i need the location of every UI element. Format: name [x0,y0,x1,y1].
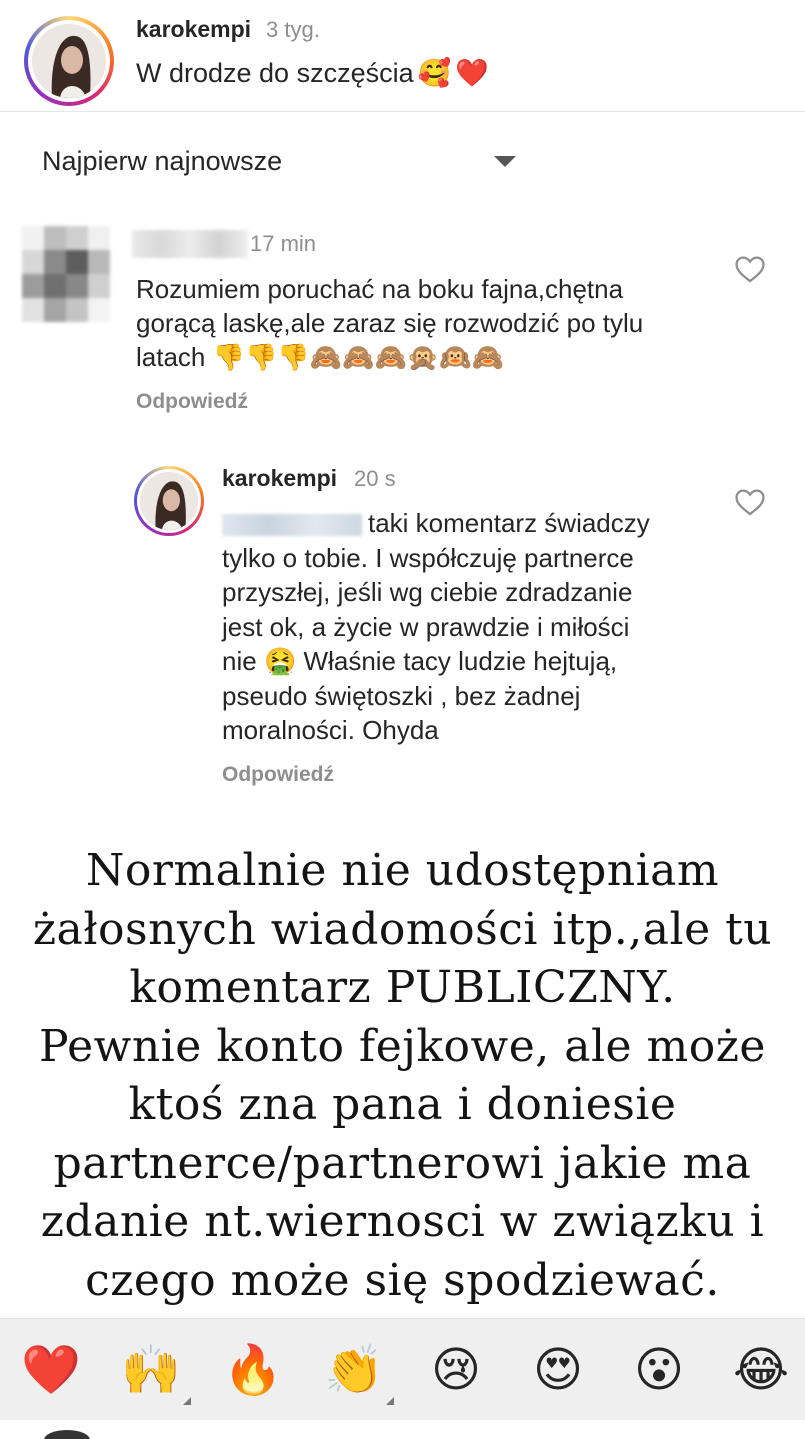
quick-reaction-bar: ❤️ 🙌 🔥 👏 😢 😍 😮 😂 [0,1318,805,1420]
reaction-heart-eyes[interactable]: 😍 [528,1341,588,1401]
red-heart-emoji: ❤️ [455,58,489,88]
sort-label: Najpierw najnowsze [42,146,283,176]
avatar-photo [140,472,198,530]
reply-username[interactable]: karokempi [222,465,337,492]
reply-line: przyszłej, jeśli wg ciebie zdradzanie [222,577,633,607]
overlay-line: Pewnie konto fejkowe, ale może [39,1020,766,1072]
profile-thumbnail[interactable] [44,1430,90,1439]
post-caption: W drodze do szczęścia 🥰 ❤️ [136,58,489,89]
reaction-fire[interactable]: 🔥 [223,1341,283,1401]
reply-author-avatar[interactable] [134,466,204,536]
reply-button[interactable]: Odpowiedź [222,763,334,787]
overlay-line: żałosnych wiadomości itp.,ale tu [32,903,773,955]
post-timestamp: 3 tyg. [266,17,320,42]
comment-sort-selector[interactable]: Najpierw najnowsze [0,130,805,190]
reply-line: jest ok, a życie w prawdzie i miłości [222,611,630,642]
avatar-photo [32,24,106,98]
heart-outline-icon[interactable] [733,485,767,519]
reaction-raised-hands[interactable]: 🙌 [121,1341,191,1405]
reply-line: nie 🤮 Właśnie tacy ludzie hejtują, [222,646,618,676]
reply-line: moralności. Ohyda [222,715,439,745]
commenter-avatar-blurred[interactable] [22,226,112,322]
commenter-username-blurred[interactable] [132,230,248,258]
bottom-strip [0,1420,805,1439]
reply-line: pseudo świętoszki , bez żadnej [222,680,581,711]
comment-line: latach 👎👎👎🙈🙈🙈🙊🙉🙈 [136,342,504,372]
reaction-heart[interactable]: ❤️ [21,1341,81,1401]
mention-blurred[interactable] [222,514,362,537]
overlay-line: zdanie nt.wiernosci w związku i [40,1196,765,1247]
reply-line: taki komentarz świadczy [222,506,722,541]
comment-text: Rozumiem poruchać na boku fajna,chętna g… [136,272,726,374]
reply-button[interactable]: Odpowiedź [136,390,248,414]
smiling-hearts-emoji: 🥰 [417,58,452,88]
comment-line: Rozumiem poruchać na boku fajna,chętna [136,274,624,304]
vomiting-face-emoji: 🤮 [263,646,297,676]
story-overlay-text: Normalnie nie udostępniam żałosnych wiad… [20,842,785,1310]
caret-down-icon [494,156,516,167]
overlay-line: Normalnie nie udostępniam [85,845,720,896]
reaction-crying-face[interactable]: 😢 [426,1341,486,1401]
reply-text: taki komentarz świadczy tylko o tobie. I… [222,506,722,748]
reply-timestamp: 20 s [354,466,396,491]
overlay-line: partnerce/partnerowi jakie ma [53,1137,752,1189]
reaction-tears-of-joy[interactable]: 😂 [731,1341,791,1401]
reaction-surprised-face[interactable]: 😮 [629,1341,689,1401]
overlay-line: czego może się spodziewać. [85,1254,720,1306]
post-author-avatar[interactable] [24,16,114,106]
post-header: karokempi 3 tyg. W drodze do szczęścia 🥰… [0,0,805,112]
post-username[interactable]: karokempi [136,16,251,43]
reply-line: tylko o tobie. I współczuję partnerce [222,542,634,573]
comment-emojis: 👎👎👎🙈🙈🙈🙊🙉🙈 [212,342,504,372]
overlay-line: ktoś zna pana i doniesie [128,1079,677,1130]
heart-outline-icon[interactable] [733,252,767,286]
reaction-clapping-hands[interactable]: 👏 [324,1341,394,1405]
comment-line: gorącą laskę,ale zaraz się rozwodzić po … [136,308,644,338]
comment-timestamp: 17 min [250,231,317,256]
post-caption-text: W drodze do szczęścia [136,58,414,88]
overlay-line: komentarz PUBLICZNY. [129,962,676,1013]
